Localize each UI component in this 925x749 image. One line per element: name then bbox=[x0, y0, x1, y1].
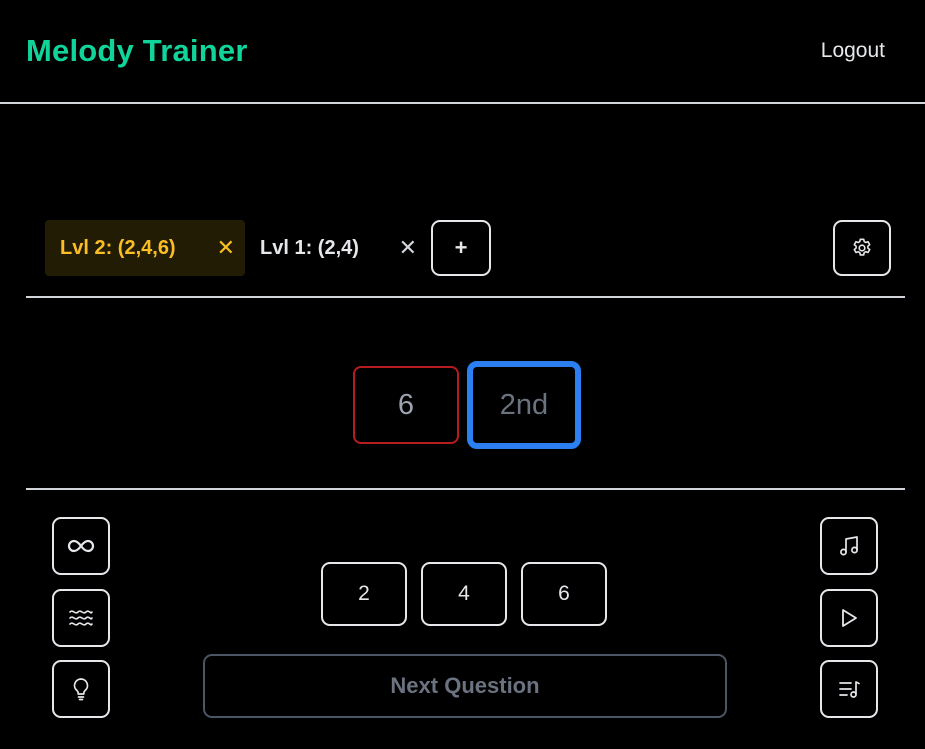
tab-label: Lvl 2: (2,4,6) bbox=[60, 236, 176, 259]
answer-box-wrong: 6 bbox=[353, 366, 459, 444]
waves-icon bbox=[68, 608, 94, 628]
divider bbox=[26, 488, 905, 490]
close-icon[interactable]: ✕ bbox=[399, 235, 417, 261]
gear-icon bbox=[850, 236, 874, 260]
add-tab-button[interactable]: + bbox=[431, 220, 491, 276]
app-header: Melody Trainer Logout bbox=[0, 0, 925, 104]
close-icon[interactable]: ✕ bbox=[217, 235, 235, 261]
logout-button[interactable]: Logout bbox=[821, 39, 885, 63]
lightbulb-icon bbox=[71, 677, 91, 701]
level-tabs: Lvl 2: (2,4,6) ✕ Lvl 1: (2,4) ✕ + bbox=[26, 218, 905, 298]
answer-area: 6 2nd bbox=[0, 298, 925, 488]
tab-level-1[interactable]: Lvl 1: (2,4) ✕ bbox=[245, 220, 425, 276]
playlist-music-icon bbox=[837, 678, 861, 700]
music-note-icon bbox=[837, 534, 861, 558]
tab-label: Lvl 1: (2,4) bbox=[260, 236, 359, 259]
play-button[interactable] bbox=[820, 589, 878, 647]
answer-box-current[interactable]: 2nd bbox=[467, 361, 581, 449]
choice-button-4[interactable]: 4 bbox=[421, 562, 507, 626]
tab-level-2[interactable]: Lvl 2: (2,4,6) ✕ bbox=[45, 220, 245, 276]
infinity-button[interactable] bbox=[52, 517, 110, 575]
next-question-button[interactable]: Next Question bbox=[203, 654, 727, 718]
infinity-icon bbox=[67, 538, 95, 554]
app-title: Melody Trainer bbox=[26, 33, 248, 68]
hint-button[interactable] bbox=[52, 660, 110, 718]
choice-button-2[interactable]: 2 bbox=[321, 562, 407, 626]
choice-button-6[interactable]: 6 bbox=[521, 562, 607, 626]
music-button[interactable] bbox=[820, 517, 878, 575]
waves-button[interactable] bbox=[52, 589, 110, 647]
playlist-button[interactable] bbox=[820, 660, 878, 718]
settings-button[interactable] bbox=[833, 220, 891, 276]
play-icon bbox=[839, 607, 859, 629]
